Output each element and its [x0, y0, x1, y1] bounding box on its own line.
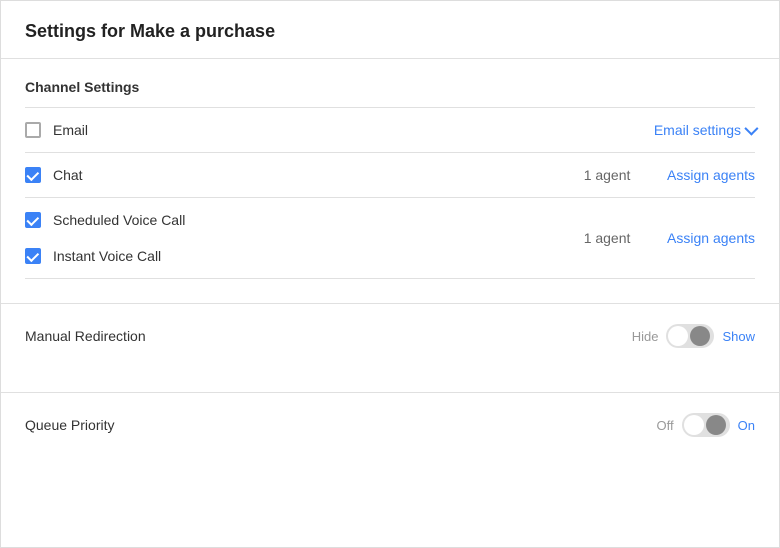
email-settings-link[interactable]: Email settings — [654, 122, 755, 138]
email-channel-name: Email — [53, 122, 88, 138]
scheduled-voice-checkbox[interactable] — [25, 212, 41, 228]
toggle-track-left — [668, 326, 688, 346]
channel-settings-section: Channel Settings Email Email settings — [1, 59, 779, 279]
queue-priority-row: Queue Priority Off On — [1, 392, 779, 457]
voice-agent-count: 1 agent — [567, 230, 647, 246]
queue-priority-off-label: Off — [657, 418, 674, 433]
voice-channel-group: Scheduled Voice Call Instant Voice Call … — [25, 198, 755, 279]
page-container: Settings for Make a purchase Channel Set… — [0, 0, 780, 548]
email-channel-row: Email Email settings — [25, 108, 755, 153]
queue-priority-toggle-container: Off On — [657, 413, 755, 437]
manual-redirection-toggle-container: Hide Show — [632, 324, 755, 348]
instant-voice-checkbox-area: Instant Voice Call — [25, 248, 567, 264]
toggle-thumb-2 — [706, 415, 726, 435]
channel-settings-title: Channel Settings — [25, 79, 755, 95]
email-row-right: Email settings — [654, 122, 755, 138]
manual-redirection-hide-label: Hide — [632, 329, 659, 344]
instant-voice-name: Instant Voice Call — [53, 248, 161, 264]
queue-priority-on-label: On — [738, 418, 755, 433]
email-checkbox[interactable] — [25, 122, 41, 138]
manual-redirection-show-label: Show — [722, 329, 755, 344]
chat-row-right: 1 agent Assign agents — [567, 167, 755, 183]
chevron-down-icon — [744, 122, 758, 136]
voice-row-right: 1 agent Assign agents — [567, 230, 755, 246]
voice-assign-agents-link[interactable]: Assign agents — [667, 230, 755, 246]
queue-priority-toggle[interactable] — [682, 413, 730, 437]
spacer — [1, 279, 779, 303]
chat-checkbox-area: Chat — [25, 167, 567, 183]
chat-checkbox[interactable] — [25, 167, 41, 183]
chat-channel-row: Chat 1 agent Assign agents — [25, 153, 755, 198]
toggle-track-left-2 — [684, 415, 704, 435]
instant-voice-checkbox[interactable] — [25, 248, 41, 264]
instant-voice-row: Instant Voice Call — [25, 238, 567, 278]
chat-agent-count: 1 agent — [567, 167, 647, 183]
spacer2 — [1, 368, 779, 392]
scheduled-voice-name: Scheduled Voice Call — [53, 212, 185, 228]
toggle-thumb — [690, 326, 710, 346]
page-title: Settings for Make a purchase — [25, 21, 755, 42]
manual-redirection-toggle[interactable] — [666, 324, 714, 348]
chat-assign-agents-link[interactable]: Assign agents — [667, 167, 755, 183]
channel-list: Email Email settings Chat 1 agent As — [25, 107, 755, 279]
manual-redirection-label: Manual Redirection — [25, 328, 632, 344]
page-header: Settings for Make a purchase — [1, 1, 779, 59]
queue-priority-label: Queue Priority — [25, 417, 657, 433]
chat-channel-name: Chat — [53, 167, 83, 183]
email-checkbox-area: Email — [25, 122, 654, 138]
scheduled-voice-row: Scheduled Voice Call — [25, 198, 567, 238]
manual-redirection-row: Manual Redirection Hide Show — [1, 303, 779, 368]
scheduled-voice-checkbox-area: Scheduled Voice Call — [25, 212, 567, 228]
